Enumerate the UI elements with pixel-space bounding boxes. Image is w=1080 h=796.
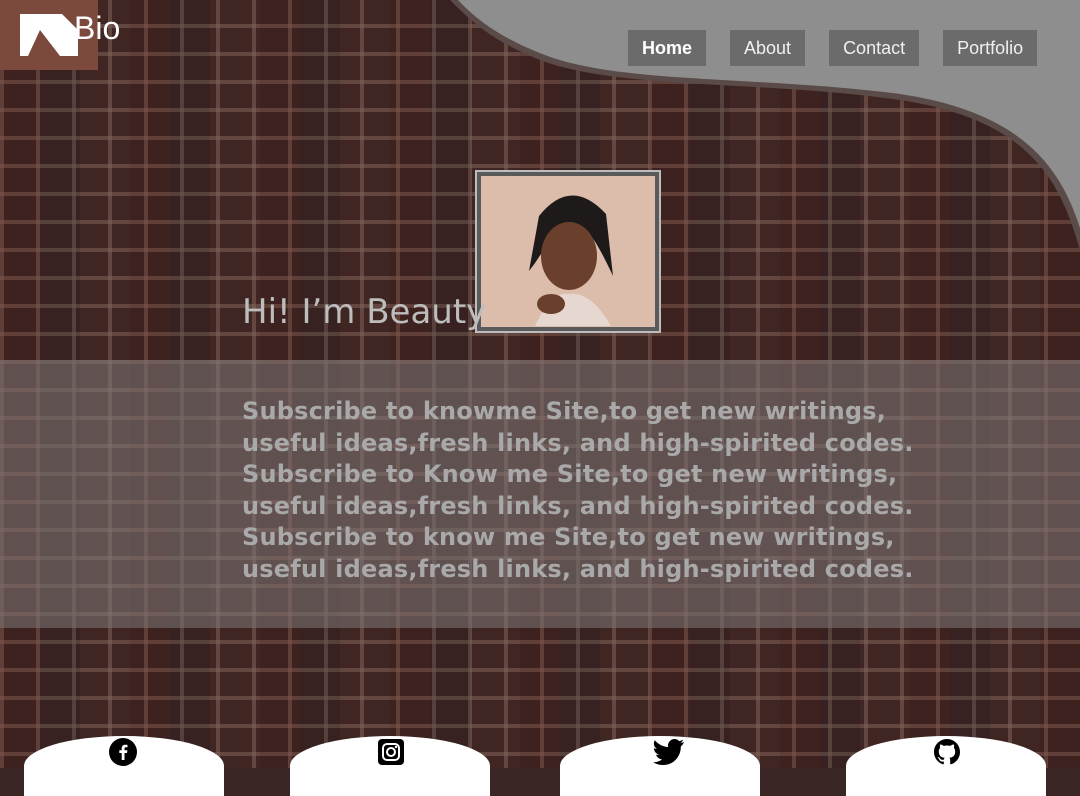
subscribe-line: useful ideas,fresh links, and high-spiri… (242, 554, 914, 583)
subscribe-text: Subscribe to knowme Site,to get new writ… (242, 396, 942, 585)
twitter-icon[interactable] (653, 738, 685, 766)
portrait-illustration (481, 176, 655, 327)
subscribe-line: useful ideas,fresh links, and high-spiri… (242, 428, 914, 457)
logo-mountain-icon (20, 14, 78, 56)
subscribe-line: Subscribe to Know me Site,to get new wri… (242, 460, 898, 488)
nav-home[interactable]: Home (628, 30, 707, 66)
subscribe-line: Subscribe to know me Site,to get new wri… (242, 523, 895, 551)
nav-portfolio[interactable]: Portfolio (943, 30, 1038, 66)
subscribe-line: Subscribe to knowme Site,to get new writ… (242, 397, 887, 425)
github-icon[interactable] (933, 738, 961, 766)
hero-greeting: Hi! I’m Beauty (242, 292, 487, 332)
instagram-icon[interactable] (377, 738, 405, 766)
nav-contact[interactable]: Contact (829, 30, 920, 66)
subscribe-line: useful ideas,fresh links, and high-spiri… (242, 491, 914, 520)
nav-about[interactable]: About (730, 30, 806, 66)
brand-name: Bio (74, 10, 121, 46)
main-nav: Home About Contact Portfolio (628, 30, 1038, 66)
facebook-icon[interactable] (109, 738, 137, 766)
profile-photo (475, 170, 661, 333)
